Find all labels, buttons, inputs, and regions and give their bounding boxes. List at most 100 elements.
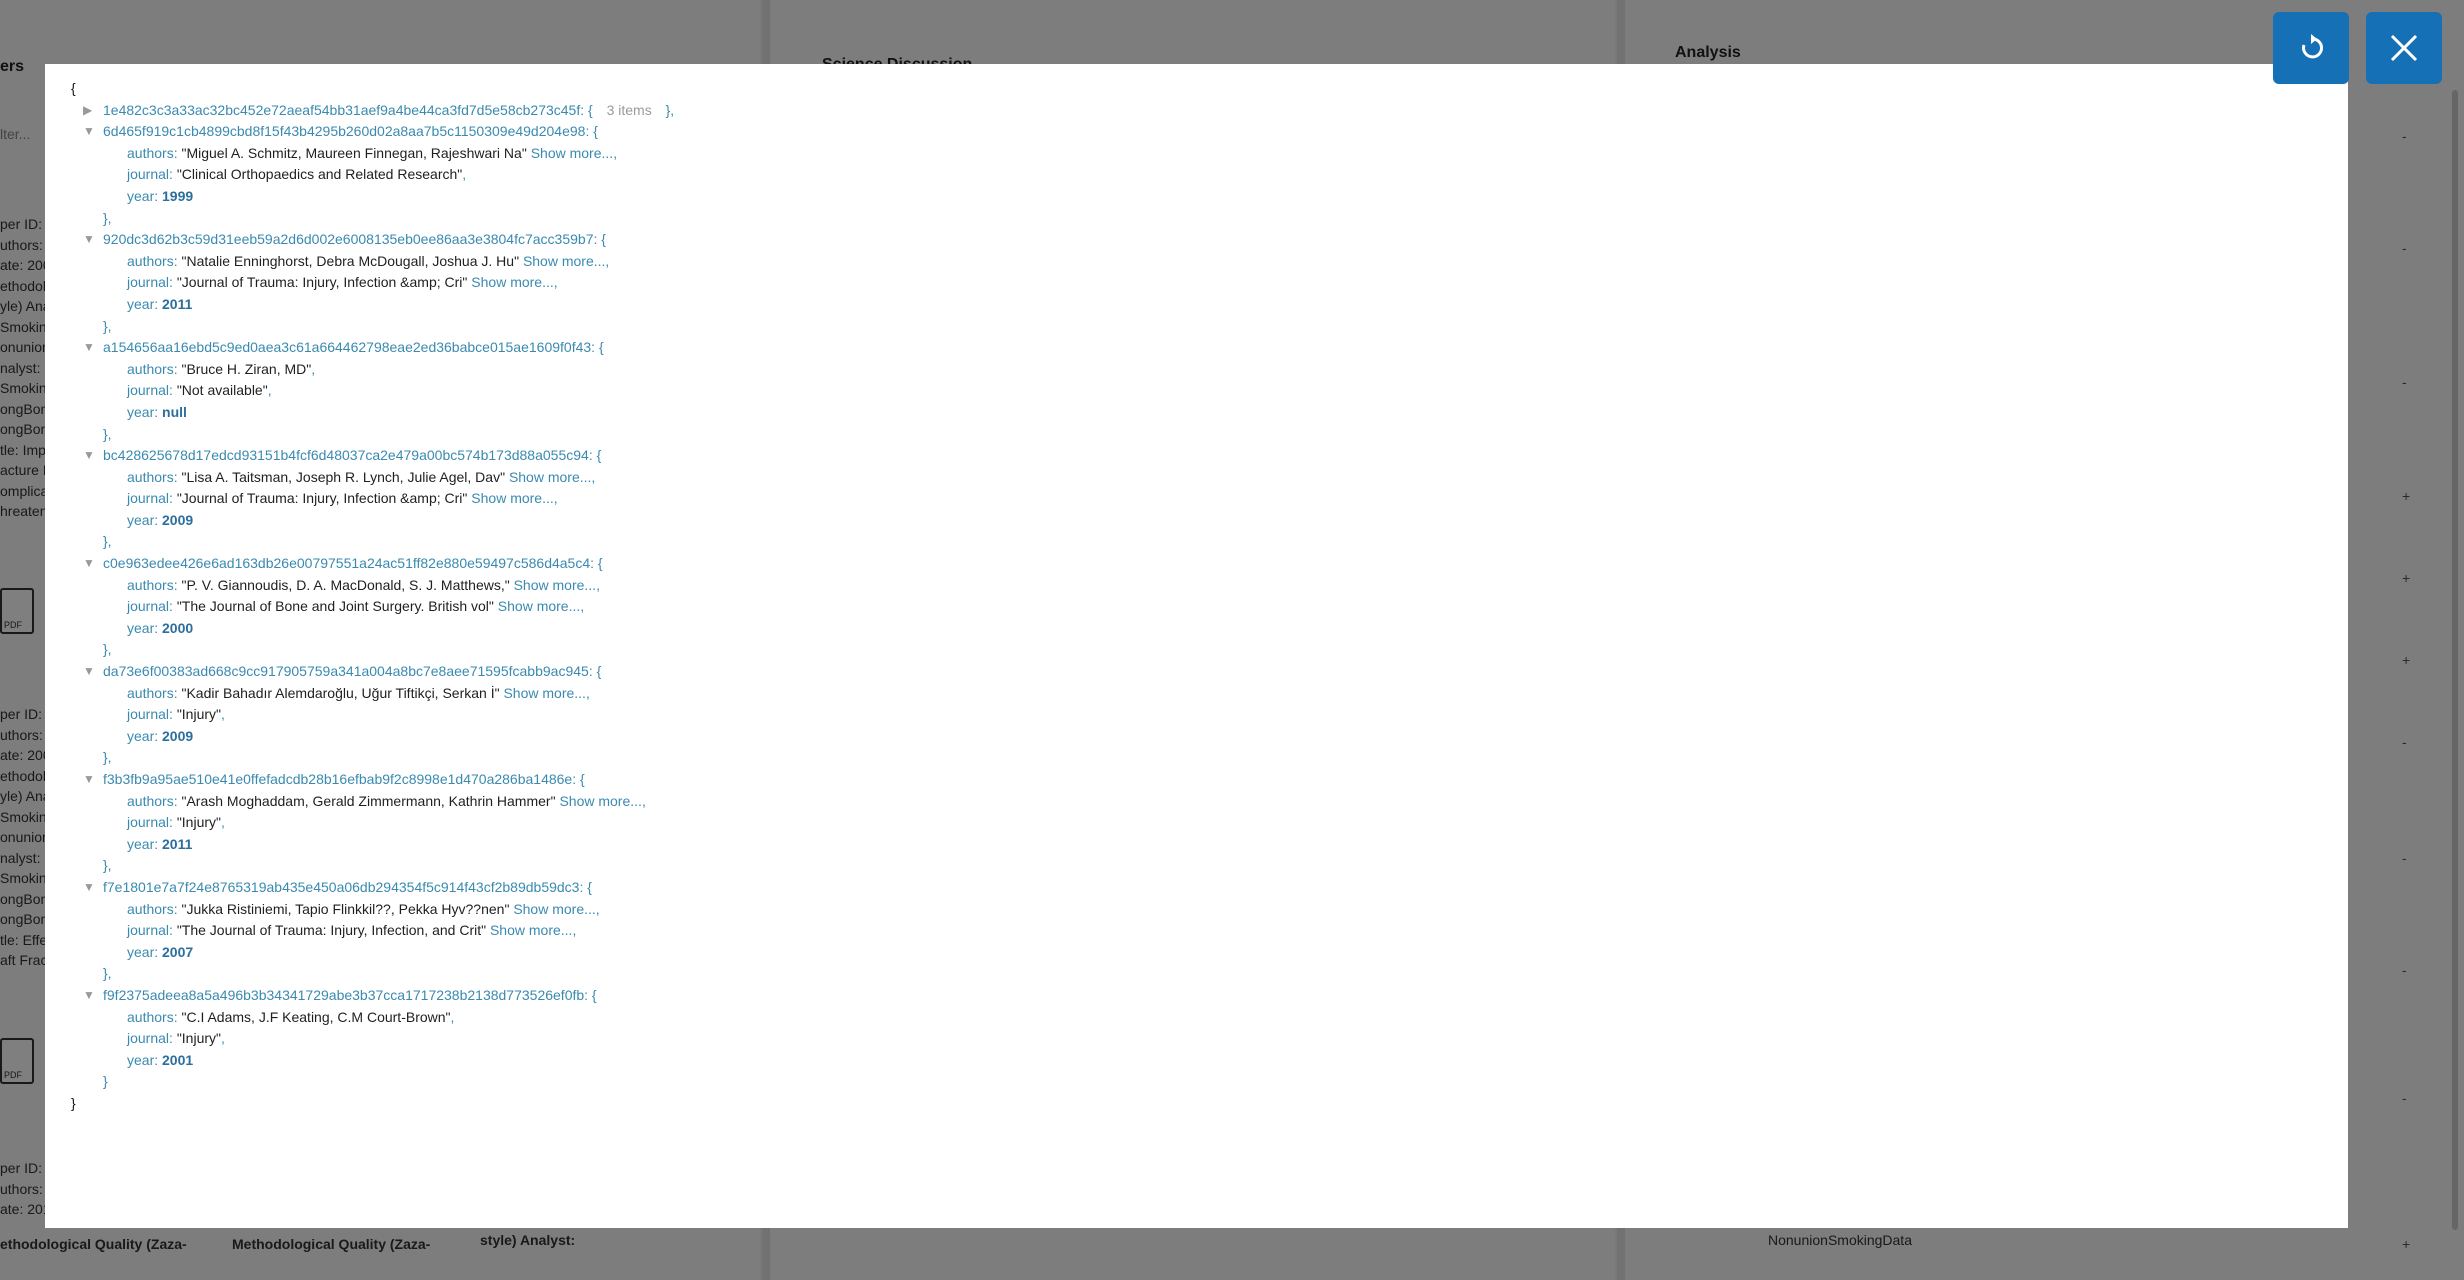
field-label: authors	[127, 468, 174, 485]
show-more-link[interactable]: Show more...	[514, 577, 596, 593]
json-field-journal: journal: "The Journal of Bone and Joint …	[127, 598, 585, 615]
journal-value: "Injury"	[176, 814, 221, 831]
collapse-arrow-icon[interactable]: ▼	[83, 121, 95, 143]
json-entry-key-line[interactable]: ▼ 920dc3d62b3c59d31eeb59a2d6d002e6008135e…	[71, 229, 674, 251]
year-value: 2009	[162, 727, 194, 744]
year-value: 2001	[162, 1051, 194, 1068]
show-more-link[interactable]: Show more...	[509, 469, 591, 485]
field-label: year	[127, 1051, 155, 1068]
field-label: authors	[127, 1008, 174, 1025]
collapse-arrow-icon[interactable]: ▼	[83, 661, 95, 683]
json-collapsed-entry[interactable]: ▶ 1e482c3c3a33ac32bc452e72aeaf54bb31aef9…	[71, 100, 674, 122]
collapse-arrow-icon[interactable]: ▼	[83, 553, 95, 575]
journal-value: "Journal of Trauma: Injury, Infection &a…	[176, 490, 468, 507]
year-value: 1999	[162, 187, 194, 204]
json-entry-key-line[interactable]: ▼ f7e1801e7a7f24e8765319ab435e450a06db294…	[71, 877, 674, 899]
json-entry-close: },	[103, 533, 112, 550]
json-entry-key-line[interactable]: ▼ bc428625678d17edcd93151b4fcf6d48037ca2e…	[71, 445, 674, 467]
field-label: journal	[127, 814, 170, 831]
show-more-link[interactable]: Show more...	[513, 901, 595, 917]
json-close-brace: }	[71, 1094, 76, 1111]
field-label: authors	[127, 360, 174, 377]
collapse-arrow-icon[interactable]: ▼	[83, 985, 95, 1007]
json-field-journal: journal: "Injury",	[127, 1030, 225, 1047]
entry-key: bc428625678d17edcd93151b4fcf6d48037ca2e4…	[103, 447, 589, 464]
close-button[interactable]	[2366, 12, 2442, 84]
entry-key: f9f2375adeea8a5a496b3b34341729abe3b37cca…	[103, 986, 585, 1003]
authors-value: "Natalie Enninghorst, Debra McDougall, J…	[181, 252, 520, 269]
expand-arrow-icon[interactable]: ▶	[83, 100, 92, 122]
authors-value: "Arash Moghaddam, Gerald Zimmermann, Kat…	[181, 792, 556, 809]
authors-value: "Bruce H. Ziran, MD"	[181, 360, 312, 377]
authors-value: "Jukka Ristiniemi, Tapio Flinkkil??, Pek…	[181, 900, 510, 917]
field-label: year	[127, 187, 155, 204]
refresh-button[interactable]	[2273, 12, 2349, 84]
field-label: journal	[127, 166, 170, 183]
year-value: 2011	[162, 835, 193, 852]
collapse-arrow-icon[interactable]: ▼	[83, 877, 95, 899]
entry-key: c0e963edee426e6ad163db26e00797551a24ac51…	[103, 555, 591, 572]
field-label: journal	[127, 1030, 170, 1047]
json-entry: ▼ bc428625678d17edcd93151b4fcf6d48037ca2e…	[71, 445, 674, 553]
json-field-journal: journal: "The Journal of Trauma: Injury,…	[127, 922, 577, 939]
json-field-authors: authors: "Kadir Bahadır Alemdaroğlu, Uğu…	[127, 684, 590, 701]
json-entry: ▼ c0e963edee426e6ad163db26e00797551a24ac5…	[71, 553, 674, 661]
entry-key: a154656aa16ebd5c9ed0aea3c61a664462798eae…	[103, 339, 592, 356]
json-entry-key-line[interactable]: ▼ f9f2375adeea8a5a496b3b34341729abe3b37cc…	[71, 985, 674, 1007]
json-field-authors: authors: "Lisa A. Taitsman, Joseph R. Ly…	[127, 468, 596, 485]
json-entry-key-line[interactable]: ▼ da73e6f00383ad668c9cc917905759a341a004a…	[71, 661, 674, 683]
json-entry-close: },	[103, 749, 112, 766]
json-field-authors: authors: "Jukka Ristiniemi, Tapio Flinkk…	[127, 900, 600, 917]
json-field-journal: journal: "Clinical Orthopaedics and Rela…	[127, 166, 467, 183]
field-label: year	[127, 511, 155, 528]
json-tree: { ▶ 1e482c3c3a33ac32bc452e72aeaf54bb31ae…	[71, 78, 674, 1115]
json-field-journal: journal: "Injury",	[127, 706, 225, 723]
collapse-arrow-icon[interactable]: ▼	[83, 445, 95, 467]
collapse-arrow-icon[interactable]: ▼	[83, 337, 95, 359]
json-field-authors: authors: "Natalie Enninghorst, Debra McD…	[127, 252, 610, 269]
show-more-link[interactable]: Show more...	[559, 793, 641, 809]
collapse-arrow-icon[interactable]: ▼	[83, 769, 95, 791]
json-entry: ▼ 920dc3d62b3c59d31eeb59a2d6d002e6008135e…	[71, 229, 674, 337]
json-entry-key-line[interactable]: ▼ a154656aa16ebd5c9ed0aea3c61a664462798ea…	[71, 337, 674, 359]
collapse-arrow-icon[interactable]: ▼	[83, 229, 95, 251]
journal-value: "The Journal of Trauma: Injury, Infectio…	[176, 922, 487, 939]
show-more-link[interactable]: Show more...	[490, 922, 572, 938]
json-entry: ▼ f9f2375adeea8a5a496b3b34341729abe3b37cc…	[71, 985, 674, 1093]
show-more-link[interactable]: Show more...	[471, 274, 553, 290]
show-more-link[interactable]: Show more...	[523, 253, 605, 269]
journal-value: "Injury"	[176, 1030, 221, 1047]
show-more-link[interactable]: Show more...	[531, 145, 613, 161]
json-field-year: year: 2009	[127, 727, 194, 744]
json-entry-key-line[interactable]: ▼ c0e963edee426e6ad163db26e00797551a24ac5…	[71, 553, 674, 575]
journal-value: "Journal of Trauma: Injury, Infection &a…	[176, 274, 468, 291]
journal-value: "The Journal of Bone and Joint Surgery. …	[176, 598, 494, 615]
json-field-authors: authors: "Miguel A. Schmitz, Maureen Fin…	[127, 144, 618, 161]
field-label: authors	[127, 252, 174, 269]
authors-value: "P. V. Giannoudis, D. A. MacDonald, S. J…	[181, 576, 510, 593]
year-value: 2007	[162, 943, 194, 960]
json-field-authors: authors: "Bruce H. Ziran, MD",	[127, 360, 316, 377]
show-more-link[interactable]: Show more...	[503, 685, 585, 701]
json-entry-close: }	[103, 1073, 108, 1090]
entry-key: da73e6f00383ad668c9cc917905759a341a004a8…	[103, 663, 589, 680]
json-field-year: year: null	[127, 403, 187, 420]
show-more-link[interactable]: Show more...	[498, 598, 580, 614]
field-label: year	[127, 835, 155, 852]
json-field-year: year: 2007	[127, 943, 194, 960]
journal-value: "Injury"	[176, 706, 221, 723]
json-entry-key-line[interactable]: ▼ 6d465f919c1cb4899cbd8f15f43b4295b260d02…	[71, 121, 674, 143]
json-field-year: year: 2011	[127, 295, 193, 312]
json-entry-key-line[interactable]: ▼ f3b3fb9a95ae510e41e0ffefadcdb28b16efbab…	[71, 769, 674, 791]
field-label: year	[127, 619, 155, 636]
close-icon	[2390, 34, 2418, 62]
entry-key: f7e1801e7a7f24e8765319ab435e450a06db2943…	[103, 878, 580, 895]
json-entry: ▼ da73e6f00383ad668c9cc917905759a341a004a…	[71, 661, 674, 769]
json-field-authors: authors: "P. V. Giannoudis, D. A. MacDon…	[127, 576, 600, 593]
entry-key: 6d465f919c1cb4899cbd8f15f43b4295b260d02a…	[103, 123, 586, 140]
show-more-link[interactable]: Show more...	[471, 490, 553, 506]
json-entry: ▼ 6d465f919c1cb4899cbd8f15f43b4295b260d02…	[71, 121, 674, 229]
field-label: journal	[127, 382, 170, 399]
json-field-year: year: 2001	[127, 1051, 194, 1068]
entry-key: 1e482c3c3a33ac32bc452e72aeaf54bb31aef9a4…	[103, 101, 581, 118]
